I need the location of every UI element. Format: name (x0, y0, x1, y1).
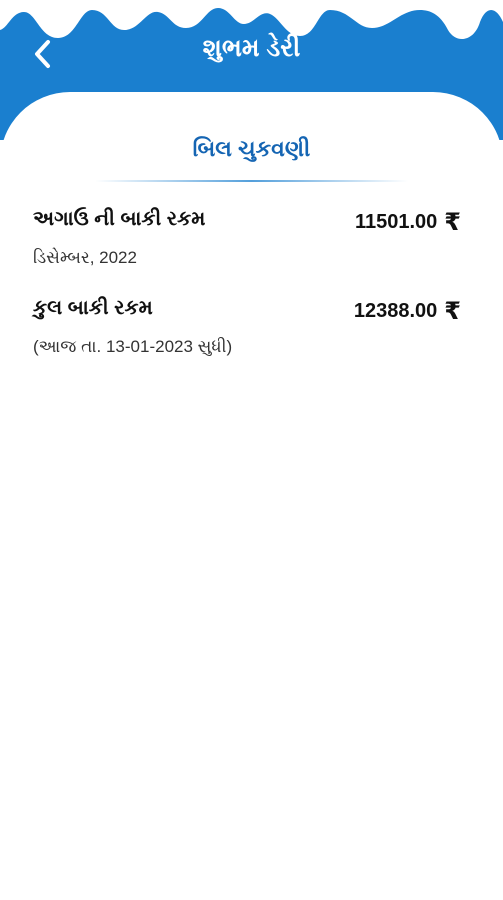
total-balance-label: કુલ બાકી રકમ (33, 297, 153, 319)
total-balance-value: 12388.00 (353, 299, 438, 322)
title-divider (95, 180, 408, 182)
previous-balance-period: ડિસેમ્બર, 2022 (33, 248, 137, 267)
app-title: શુભમ ડેરી (202, 34, 301, 62)
total-balance-date-note: (આજ તા. 13-01-2023 સુધી) (33, 337, 233, 356)
rupee-icon: ₹ (444, 208, 461, 236)
total-balance-amount: 12388.00 ₹ (354, 297, 461, 325)
page-title: બિલ ચુકવણી (192, 136, 311, 161)
previous-balance-label: અગાઉ ની બાકી રકમ (33, 208, 206, 230)
previous-balance-amount: 11501.00 ₹ (355, 208, 461, 236)
previous-balance-value: 11501.00 (354, 210, 438, 233)
rupee-icon: ₹ (444, 297, 461, 325)
